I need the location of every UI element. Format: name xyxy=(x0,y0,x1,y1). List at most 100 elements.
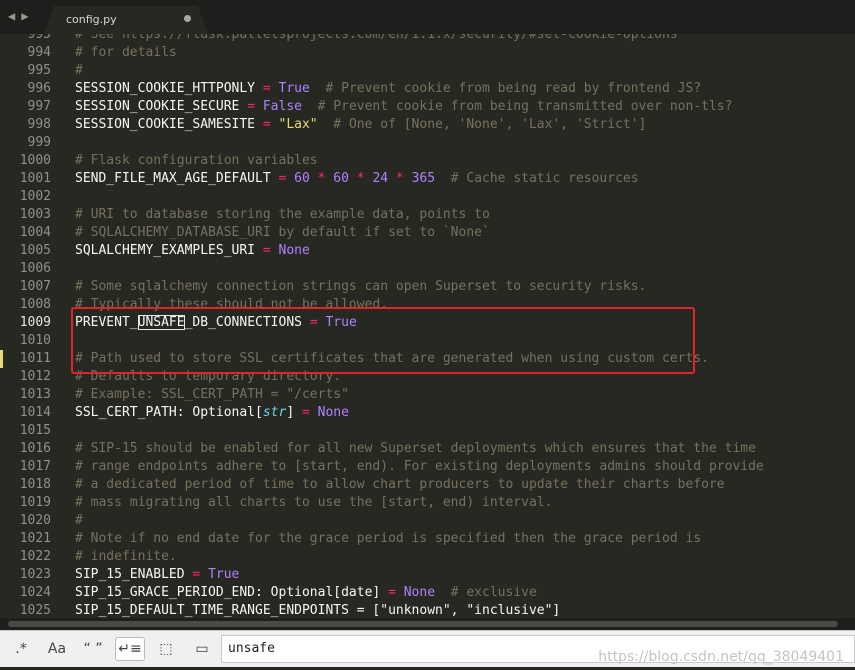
code-line[interactable]: 1019 # mass migrating all charts to use t… xyxy=(0,494,855,512)
line-code: SQLALCHEMY_EXAMPLES_URI = None xyxy=(75,243,310,258)
code-token: = xyxy=(262,117,271,132)
line-code: SIP_15_ENABLED = True xyxy=(75,567,239,582)
code-line[interactable]: 999 xyxy=(0,134,855,152)
unsaved-dot-icon[interactable] xyxy=(184,15,191,22)
code-token: SESSION_COOKIE_HTTPONLY xyxy=(75,81,263,96)
code-line[interactable]: 1025 SIP_15_DEFAULT_TIME_RANGE_ENDPOINTS … xyxy=(0,602,855,618)
code-token: # xyxy=(75,63,83,78)
regex-toggle-button[interactable]: .* xyxy=(6,637,36,661)
code-token: True xyxy=(208,567,240,582)
line-code: # SIP-15 should be enabled for all new S… xyxy=(75,441,756,456)
code-token: * xyxy=(356,171,365,186)
line-code: # Some sqlalchemy connection strings can… xyxy=(75,279,646,294)
code-line[interactable]: 998 SESSION_COOKIE_SAMESITE = "Lax" # One… xyxy=(0,116,855,134)
code-line[interactable]: 1013 # Example: SSL_CERT_PATH = "/certs" xyxy=(0,386,855,404)
code-line[interactable]: 1003 # URI to database storing the exampl… xyxy=(0,206,855,224)
line-number: 1010 xyxy=(19,333,51,348)
code-token: = xyxy=(262,243,271,258)
code-line[interactable]: 1004 # SQLALCHEMY_DATABASE_URI by default… xyxy=(0,224,855,242)
code-line[interactable]: 1005 SQLALCHEMY_EXAMPLES_URI = None xyxy=(0,242,855,260)
code-line[interactable]: 997 SESSION_COOKIE_SECURE = False # Preve… xyxy=(0,98,855,116)
code-line[interactable]: 1006 xyxy=(0,260,855,278)
tab-config-py[interactable]: config.py xyxy=(44,6,208,34)
code-line[interactable]: 1016 # SIP-15 should be enabled for all n… xyxy=(0,440,855,458)
code-line[interactable]: 1002 xyxy=(0,188,855,206)
code-token: SESSION_COOKIE_SAMESITE xyxy=(75,117,263,132)
line-code: # See https://flask.palletsprojects.com/… xyxy=(75,34,678,42)
line-code: # a dedicated period of time to allow ch… xyxy=(75,477,725,492)
code-token: SQLALCHEMY_EXAMPLES_URI xyxy=(75,243,263,258)
code-token: # See https://flask.palletsprojects.com/… xyxy=(75,34,678,42)
code-token: SIP_15_GRACE_PERIOD_END: Optional[date] xyxy=(75,585,389,600)
code-line[interactable]: 1021 # Note if no end date for the grace … xyxy=(0,530,855,548)
line-code: # indefinite. xyxy=(75,549,177,564)
code-token: 365 xyxy=(411,171,436,186)
line-number: 997 xyxy=(27,99,51,114)
code-line[interactable]: 1015 xyxy=(0,422,855,440)
line-number: 995 xyxy=(27,63,51,78)
code-line[interactable]: 1000 # Flask configuration variables xyxy=(0,152,855,170)
tab-nav-arrows-icon[interactable]: ◀▶ xyxy=(8,9,34,23)
code-line[interactable]: 1022 # indefinite. xyxy=(0,548,855,566)
modified-line-marker xyxy=(0,350,3,368)
code-token: # Prevent cookie from being read by fron… xyxy=(309,81,702,96)
code-token: 60 xyxy=(294,171,310,186)
code-token: ] xyxy=(286,405,302,420)
code-editor[interactable]: 995 # See https://flask.palletsprojects.c… xyxy=(0,34,855,618)
code-token: # for details xyxy=(75,45,177,60)
line-number: 1025 xyxy=(19,603,51,618)
code-line[interactable]: 1014 SSL_CERT_PATH: Optional[str] = None xyxy=(0,404,855,422)
line-number: 1005 xyxy=(19,243,51,258)
code-token: = xyxy=(301,405,310,420)
find-query: unsafe xyxy=(228,641,275,656)
in-selection-toggle-button[interactable]: ⬚ xyxy=(151,637,181,661)
code-line[interactable]: 1007 # Some sqlalchemy connection strings… xyxy=(0,278,855,296)
code-token: 24 xyxy=(372,171,389,186)
find-input[interactable]: unsafe https://blog.csdn.net/qq_38049401 xyxy=(221,635,855,665)
code-line[interactable]: 994 # for details xyxy=(0,44,855,62)
line-code: # xyxy=(75,63,83,78)
code-token: # One of [None, 'None', 'Lax', 'Strict'] xyxy=(317,117,647,132)
code-line[interactable]: 1001 SEND_FILE_MAX_AGE_DEFAULT = 60 * 60 … xyxy=(0,170,855,188)
line-number: 1007 xyxy=(19,279,51,294)
code-line[interactable]: 1018 # a dedicated period of time to allo… xyxy=(0,476,855,494)
code-token: SESSION_COOKIE_SECURE xyxy=(75,99,248,114)
line-number: 1002 xyxy=(19,189,51,204)
wrap-toggle-button[interactable]: ↵≡ xyxy=(115,637,145,661)
code-line[interactable]: 1023 SIP_15_ENABLED = True xyxy=(0,566,855,584)
tab-title: config.py xyxy=(66,13,117,26)
code-token: # Flask configuration variables xyxy=(75,153,318,168)
line-number: 1003 xyxy=(19,207,51,222)
code-line[interactable]: 995 # xyxy=(0,62,855,80)
line-number: 1004 xyxy=(19,225,51,240)
code-token: True xyxy=(278,81,310,96)
line-number: 1000 xyxy=(19,153,51,168)
line-number: 1023 xyxy=(19,567,51,582)
whole-word-toggle-button[interactable]: “ ” xyxy=(78,637,108,661)
case-sensitive-toggle-button[interactable]: Aa xyxy=(42,637,72,661)
highlight-matches-toggle-button[interactable]: ▭ xyxy=(187,637,217,661)
line-code: SEND_FILE_MAX_AGE_DEFAULT = 60 * 60 * 24… xyxy=(75,171,639,186)
line-number: 996 xyxy=(27,81,51,96)
line-number: 995 xyxy=(27,34,51,42)
line-number: 1017 xyxy=(19,459,51,474)
line-code: SESSION_COOKIE_SAMESITE = "Lax" # One of… xyxy=(75,117,646,132)
code-token: * xyxy=(395,171,404,186)
code-line[interactable]: 1020 # xyxy=(0,512,855,530)
code-token: None xyxy=(403,585,436,600)
code-line[interactable]: 996 SESSION_COOKIE_HTTPONLY = True # Prev… xyxy=(0,80,855,98)
code-token: None xyxy=(317,405,349,420)
code-token: # exclusive xyxy=(435,585,537,600)
code-line[interactable]: 1017 # range endpoints adhere to [start, … xyxy=(0,458,855,476)
code-line[interactable]: 995 # See https://flask.palletsprojects.c… xyxy=(0,34,855,44)
line-number: 1009 xyxy=(19,315,51,330)
horizontal-scrollbar[interactable] xyxy=(0,618,855,630)
scrollbar-thumb[interactable] xyxy=(8,621,838,627)
code-line[interactable]: 1024 SIP_15_GRACE_PERIOD_END: Optional[da… xyxy=(0,584,855,602)
code-token: # SIP-15 should be enabled for all new S… xyxy=(75,441,756,456)
code-token: 60 xyxy=(333,171,349,186)
line-number: 998 xyxy=(27,117,51,132)
